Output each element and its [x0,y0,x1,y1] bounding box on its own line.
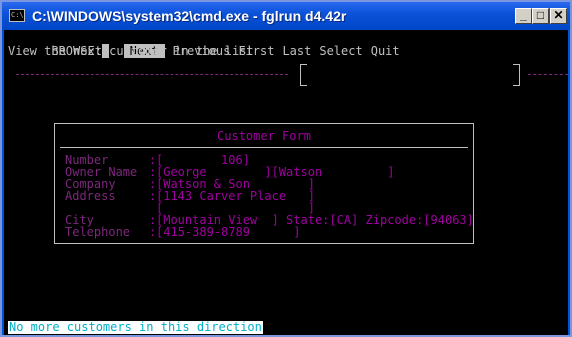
label-address: Address [65,189,116,203]
close-button[interactable]: ✕ [550,8,567,24]
title-bar[interactable]: C:\ C:\WINDOWS\system32\cmd.exe - fglrun… [2,2,570,30]
status-message: No more customers in this direction [8,320,263,334]
dashed-divider-right [528,74,568,75]
window-title: C:\WINDOWS\system32\cmd.exe - fglrun d4.… [32,8,347,24]
menu-help-text: View the next customer in the list [8,44,254,58]
form-title: Customer Form [217,129,311,143]
message-box-frame [300,64,520,86]
menu-item-select[interactable]: Select [319,44,362,58]
form-title-divider [60,147,468,148]
cmd-icon[interactable]: C:\ [9,9,25,22]
minimize-button[interactable]: _ [515,8,532,24]
dashed-divider-left [16,74,288,75]
customer-form: Customer Form Number : [ 106] Owner Name… [54,123,474,244]
label-telephone: Telephone [65,225,131,239]
telephone-field[interactable]: [415-389-8789 ] [156,226,301,238]
console-area[interactable]: BROWSE: Next Previous First Last Select Quit … [4,30,568,335]
menu-item-last[interactable]: Last [282,44,311,58]
maximize-button[interactable]: □ [532,8,549,24]
menu-item-quit[interactable]: Quit [371,44,400,58]
console-window: C:\ C:\WINDOWS\system32\cmd.exe - fglrun… [0,0,572,337]
